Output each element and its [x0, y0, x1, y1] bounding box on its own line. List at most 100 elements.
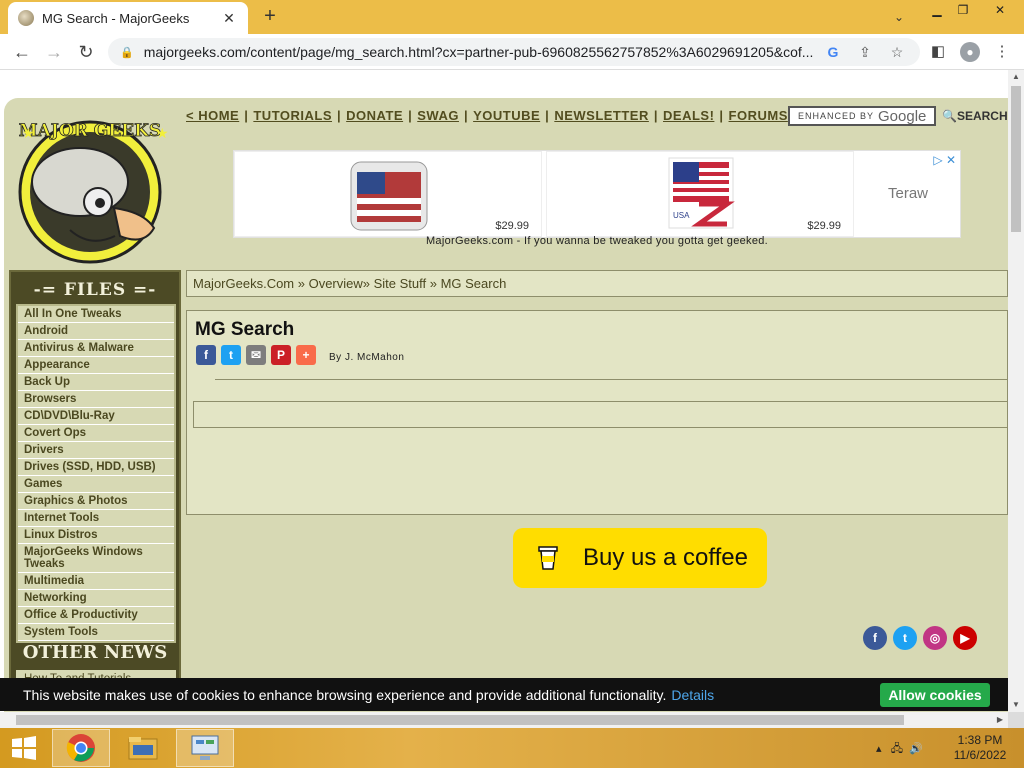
facebook-icon[interactable]: f	[863, 626, 887, 650]
tab-close-icon[interactable]: ✕	[220, 10, 238, 27]
page-title: MG Search	[195, 319, 295, 340]
files-category-item[interactable]: Linux Distros	[18, 527, 174, 544]
files-category-item[interactable]: Internet Tools	[18, 510, 174, 527]
nav-forums-link[interactable]: FORUMS	[729, 108, 788, 123]
ad-choices-close-icon[interactable]: ▷ ✕	[933, 153, 956, 167]
nav-donate-link[interactable]: DONATE	[346, 108, 403, 123]
taskbar-clock[interactable]: 1:38 PM 11/6/2022	[950, 733, 1010, 763]
forward-arrow-icon[interactable]: →	[42, 40, 66, 64]
back-arrow-icon[interactable]: ←	[10, 40, 34, 64]
restore-button[interactable]: ❐	[950, 2, 976, 20]
site-search-button[interactable]: 🔍SEARCH	[942, 109, 1008, 123]
folder-icon	[128, 737, 158, 760]
stamp-roll-image	[350, 161, 428, 231]
files-category-item[interactable]: Graphics & Photos	[18, 493, 174, 510]
network-icon[interactable]: 🖧	[891, 743, 903, 755]
ad-product-stamps[interactable]: $29.99	[234, 151, 542, 237]
side-panel-icon[interactable]: ◧	[928, 42, 948, 62]
windows-start-icon[interactable]	[8, 736, 40, 760]
pinterest-share-icon[interactable]: P	[271, 345, 291, 365]
more-share-icon[interactable]: +	[296, 345, 316, 365]
files-category-item[interactable]: Covert Ops	[18, 425, 174, 442]
scroll-up-arrow-icon[interactable]: ▲	[1008, 70, 1024, 84]
files-category-item[interactable]: Drivers	[18, 442, 174, 459]
close-window-button[interactable]: ✕	[978, 2, 1022, 20]
bookmark-star-icon[interactable]: ☆	[888, 43, 906, 61]
files-category-item[interactable]: Appearance	[18, 357, 174, 374]
vertical-scrollbar[interactable]: ▲ ▼	[1008, 70, 1024, 712]
files-category-item[interactable]: CD\DVD\Blu-Ray	[18, 408, 174, 425]
share-icon[interactable]: ⇪	[856, 43, 874, 61]
site-tagline: MajorGeeks.com - If you wanna be tweaked…	[425, 235, 769, 247]
nav-deals-link[interactable]: DEALS!	[663, 108, 714, 123]
author-byline: By J. McMahon	[329, 352, 405, 363]
buy-coffee-button[interactable]: Buy us a coffee	[513, 528, 767, 588]
tray-expand-icon[interactable]: ▴	[876, 743, 882, 755]
web-page: MAJOR GEEKS ★ ★ < HOME | TUTORIALS | DONATE |…	[0, 70, 1008, 712]
breadcrumb[interactable]: MajorGeeks.Com » Overview» Site Stuff » …	[186, 270, 1008, 297]
horizontal-scroll-thumb[interactable]	[16, 715, 904, 725]
twitter-icon[interactable]: t	[893, 626, 917, 650]
volume-icon[interactable]: 🔊	[909, 743, 923, 755]
search-google-label: Google	[878, 107, 927, 125]
files-category-item[interactable]: Android	[18, 323, 174, 340]
svg-text:★: ★	[156, 125, 169, 141]
nav-tutorials-link[interactable]: TUTORIALS	[253, 108, 332, 123]
minimize-button[interactable]: ▁	[924, 2, 950, 20]
files-category-item[interactable]: Browsers	[18, 391, 174, 408]
twitter-share-icon[interactable]: t	[221, 345, 241, 365]
browser-tab[interactable]: MG Search - MajorGeeks ✕	[8, 2, 248, 34]
instagram-icon[interactable]: ◎	[923, 626, 947, 650]
search-icon: 🔍	[942, 109, 957, 123]
site-favicon-icon	[18, 10, 34, 26]
ad-product-flag[interactable]: USA $29.99	[546, 151, 854, 237]
advertisement-banner[interactable]: $29.99 USA $29.99 Teraw ▷ ✕	[233, 150, 961, 238]
article-panel: MG Search f t ✉ P + By J. McMahon	[186, 310, 1008, 515]
files-category-item[interactable]: All In One Tweaks	[18, 306, 174, 323]
nav-youtube-link[interactable]: YOUTUBE	[473, 108, 540, 123]
vertical-scroll-thumb[interactable]	[1011, 86, 1021, 232]
cookie-banner: This website makes use of cookies to enh…	[0, 678, 1008, 711]
taskbar-chrome[interactable]	[52, 729, 110, 767]
horizontal-scrollbar[interactable]: ▶	[0, 712, 1008, 728]
google-translate-icon[interactable]: G	[824, 43, 842, 61]
files-category-item[interactable]: Back Up	[18, 374, 174, 391]
taskbar-control-panel[interactable]	[176, 729, 234, 767]
profile-avatar-icon[interactable]: ●	[960, 42, 980, 62]
files-category-item[interactable]: Office & Productivity	[18, 607, 174, 624]
files-category-item[interactable]: Drives (SSD, HDD, USB)	[18, 459, 174, 476]
files-category-item[interactable]: Games	[18, 476, 174, 493]
nav-newsletter-link[interactable]: NEWSLETTER	[554, 108, 649, 123]
files-category-item[interactable]: Multimedia	[18, 573, 174, 590]
tab-search-chevron-icon[interactable]: ⌄	[888, 6, 910, 28]
scroll-right-arrow-icon[interactable]: ▶	[994, 712, 1006, 728]
scroll-down-arrow-icon[interactable]: ▼	[1008, 698, 1024, 712]
reload-icon[interactable]: ↻	[74, 40, 98, 64]
files-category-item[interactable]: Antivirus & Malware	[18, 340, 174, 357]
nav-swag-link[interactable]: SWAG	[417, 108, 459, 123]
cookie-details-link[interactable]: Details	[671, 687, 714, 703]
youtube-icon[interactable]: ▶	[953, 626, 977, 650]
facebook-share-icon[interactable]: f	[196, 345, 216, 365]
social-links: f t ◎ ▶	[863, 626, 977, 650]
email-share-icon[interactable]: ✉	[246, 345, 266, 365]
files-category-item[interactable]: Networking	[18, 590, 174, 607]
nav-home-link[interactable]: < HOME	[186, 108, 239, 123]
divider	[215, 379, 1007, 380]
flag-usa-label: USA	[673, 211, 690, 220]
clock-time: 1:38 PM	[957, 733, 1003, 747]
chrome-icon	[66, 734, 95, 762]
menu-kebab-icon[interactable]: ⋮	[992, 42, 1012, 62]
lock-icon: 🔒	[120, 46, 134, 59]
major-geeks-logo[interactable]: MAJOR GEEKS ★ ★	[10, 110, 175, 265]
address-bar[interactable]: 🔒 majorgeeks.com/content/page/mg_search.…	[108, 38, 920, 66]
taskbar-file-explorer[interactable]	[114, 729, 172, 767]
system-tray[interactable]: ▴ 🖧 🔊	[876, 740, 923, 759]
browser-tab-strip: MG Search - MajorGeeks ✕ + ⌄ ▁ ❐ ✕	[0, 0, 1024, 34]
new-tab-button[interactable]: +	[258, 5, 282, 29]
site-search-input[interactable]: ENHANCED BY Google	[788, 106, 936, 126]
ad-price-1: $29.99	[495, 220, 529, 232]
allow-cookies-button[interactable]: Allow cookies	[880, 683, 990, 707]
files-category-item[interactable]: MajorGeeks Windows Tweaks	[18, 544, 174, 573]
cookie-message: This website makes use of cookies to enh…	[23, 686, 667, 703]
